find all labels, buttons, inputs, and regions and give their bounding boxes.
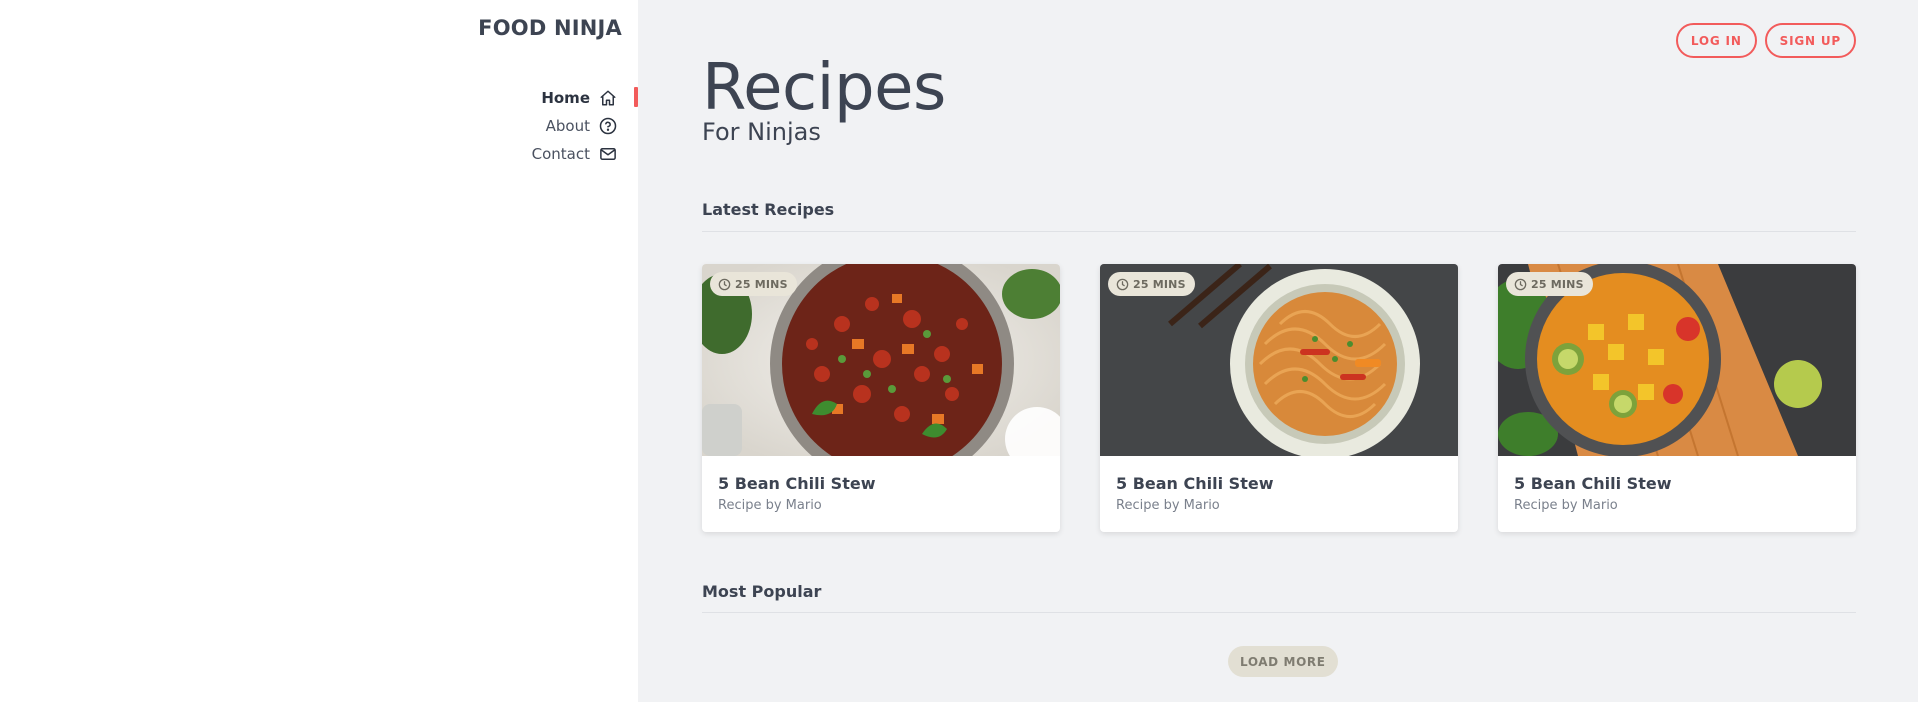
sidebar: FOOD NINJA Home About Contact [0,0,638,702]
sidebar-item-about[interactable]: About [532,112,618,140]
section-divider [702,231,1856,232]
recipe-card[interactable]: 25 MINS 5 Bean Chili Stew Recipe by Mari… [1100,264,1458,532]
auth-buttons: LOG IN SIGN UP [1675,23,1856,58]
cook-time-badge: 25 MINS [1108,272,1195,296]
active-nav-indicator [634,87,638,107]
cook-time: 25 MINS [1133,277,1186,291]
recipe-author: Recipe by Mario [1514,498,1618,513]
section-divider [702,612,1856,613]
recipe-author: Recipe by Mario [718,498,822,513]
sidebar-item-label: Contact [531,145,590,163]
page-subtitle: For Ninjas [702,118,821,146]
recipe-author: Recipe by Mario [1116,498,1220,513]
sidebar-item-contact[interactable]: Contact [532,140,618,168]
clock-icon [1116,278,1129,290]
mail-icon [598,144,618,164]
main-content: LOG IN SIGN UP Recipes For Ninjas Latest… [702,0,1856,702]
page-title: Recipes [702,51,946,125]
recipe-image: 25 MINS [702,264,1060,456]
recipe-image: 25 MINS [1100,264,1458,456]
login-button[interactable]: LOG IN [1675,23,1757,58]
sidebar-item-label: About [545,117,590,135]
most-popular-heading: Most Popular [702,582,822,601]
sidebar-item-home[interactable]: Home [532,84,618,112]
cook-time: 25 MINS [1531,277,1584,291]
home-icon [598,88,618,108]
recipe-title[interactable]: 5 Bean Chili Stew [1116,474,1273,493]
recipe-card[interactable]: 25 MINS 5 Bean Chili Stew Recipe by Mari… [702,264,1060,532]
cook-time: 25 MINS [735,277,788,291]
help-circle-icon [598,116,618,136]
load-more-button[interactable]: LOAD MORE [1228,646,1338,677]
cook-time-badge: 25 MINS [710,272,797,296]
signup-button[interactable]: SIGN UP [1764,23,1856,58]
cook-time-badge: 25 MINS [1506,272,1593,296]
clock-icon [1514,278,1527,290]
recipe-image: 25 MINS [1498,264,1856,456]
sidebar-item-label: Home [541,89,590,107]
sidebar-nav: Home About Contact [532,84,618,168]
recipe-card[interactable]: 25 MINS 5 Bean Chili Stew Recipe by Mari… [1498,264,1856,532]
brand-logo[interactable]: FOOD NINJA [478,16,622,40]
clock-icon [718,278,731,290]
recipe-cards: 25 MINS 5 Bean Chili Stew Recipe by Mari… [702,264,1856,532]
recipe-title[interactable]: 5 Bean Chili Stew [718,474,875,493]
latest-recipes-heading: Latest Recipes [702,200,835,219]
recipe-title[interactable]: 5 Bean Chili Stew [1514,474,1671,493]
